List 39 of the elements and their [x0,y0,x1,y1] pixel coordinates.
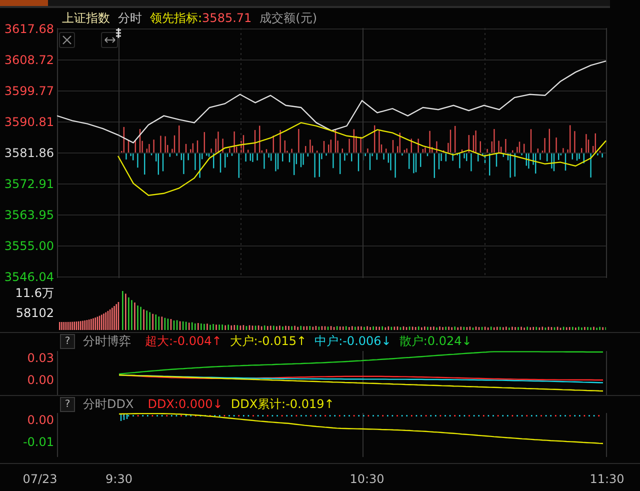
axis-label: 3555.00 [4,238,54,254]
panel-title: 分时博弈 [83,333,131,350]
legend-item: 散户:0.024↓ [399,333,472,350]
axis-label: 3572.91 [4,176,54,192]
axis-label: 3608.72 [4,52,54,68]
time-label: 07/23 [22,472,58,486]
header-label: 上证指数 [62,10,110,27]
legend-item: DDX:0.000↓ [148,397,223,412]
axis-label: 3590.81 [4,114,54,130]
double-arrow-icon [104,36,116,44]
legend-item: 中户:-0.006↓ [314,333,392,350]
axis-label: 3617.68 [4,21,54,38]
header-label: 分时 [118,10,142,27]
time-label: 10:30 [350,472,384,486]
axis-label: 0.03 [27,350,54,365]
close-icon [62,35,72,46]
time-label: 9:30 [106,472,132,486]
legend-item: 大户:-0.015↑ [230,333,307,350]
header-label: 领先指标: [150,10,202,27]
axis-label: 3563.95 [4,207,54,224]
axis-label: 3546.04 [4,269,54,286]
panel-title: 分时DDX [83,396,134,413]
axis-label: 3581.86 [4,145,54,162]
header-label: 成交额(元) [260,10,318,27]
axis-label: 0.00 [27,372,54,387]
time-label: 11:30 [590,472,624,486]
axis-label: -0.01 [22,434,54,449]
drag-handle-icon[interactable] [115,28,122,38]
axis-label: 3599.77 [4,83,54,100]
legend-item: DDX累计:-0.019↑ [230,396,334,413]
expand-button[interactable] [101,32,118,48]
help-button[interactable]: ? [60,334,75,350]
help-button[interactable]: ? [60,396,75,412]
close-button[interactable] [59,32,75,48]
legend-item: 超大:-0.004↑ [145,333,222,350]
axis-label: 0.00 [27,412,54,427]
header-value: 3585.71 [202,11,252,26]
axis-label: 58102 [16,306,54,320]
axis-label: 11.6万 [15,286,54,300]
